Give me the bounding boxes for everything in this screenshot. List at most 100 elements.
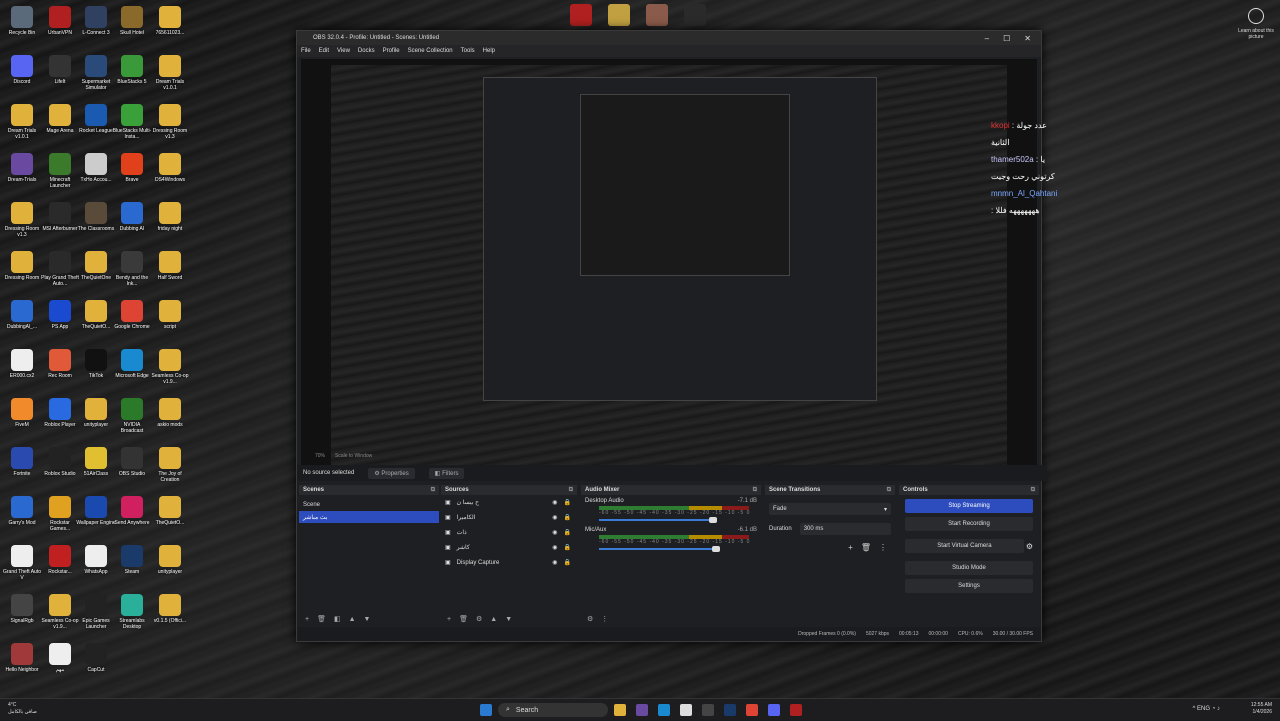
menu-item[interactable]: File (301, 48, 311, 54)
desktop-icon[interactable]: Discord (2, 55, 42, 85)
desktop-icon[interactable]: Epic Games Launcher (76, 594, 116, 630)
lang-indicator[interactable]: ENG (1197, 706, 1210, 712)
dock-undock-icon[interactable]: ⧉ (753, 487, 757, 494)
lock-icon[interactable]: 🔒 (564, 499, 571, 506)
wifi-icon[interactable]: ◔ (1212, 706, 1216, 712)
desktop-icon[interactable]: Rockstar Games... (40, 496, 80, 532)
volume-slider-knob[interactable] (709, 517, 717, 523)
desktop-icon[interactable]: مهم (40, 643, 80, 673)
filters-button[interactable]: ◧ Filters (428, 467, 465, 479)
maximize-icon[interactable]: ☐ (1003, 34, 1010, 43)
learn-about-picture[interactable]: Learn about this picture (1236, 8, 1276, 40)
menu-item[interactable]: Profile (383, 48, 400, 54)
remove-source-icon[interactable]: 🗑 (459, 615, 468, 623)
desktop-icon[interactable]: L-Connect 3 (76, 6, 116, 36)
source-item[interactable]: ▣ ذات ◉ 🔒 (441, 525, 577, 540)
dock-undock-icon[interactable]: ⧉ (887, 487, 891, 494)
more-icon[interactable]: ⋮ (601, 615, 608, 623)
desktop-icon[interactable]: Half Sword (150, 251, 190, 281)
desktop-icon[interactable]: WhatsApp (76, 545, 116, 575)
desktop-icon[interactable]: Dressing Room v1.3 (2, 202, 42, 238)
volume-slider-knob[interactable] (712, 546, 720, 552)
desktop-icon[interactable]: Recycle Bin (2, 6, 42, 36)
add-source-icon[interactable]: + (447, 616, 451, 623)
desktop-icon[interactable]: TheQuietOne (76, 251, 116, 281)
desktop-icon[interactable]: CapCut (76, 643, 116, 673)
app-icon[interactable] (680, 704, 692, 716)
desktop-icon[interactable]: Supermarket Simulator (76, 55, 116, 91)
file-explorer-icon[interactable] (614, 704, 626, 716)
desktop-icon[interactable]: Dubbing AI (112, 202, 152, 232)
menu-item[interactable]: Edit (319, 48, 329, 54)
mixer-settings-icon[interactable]: ⚙ (587, 615, 593, 623)
desktop-icon[interactable]: Skull Hotel (112, 6, 152, 36)
dock-undock-icon[interactable]: ⧉ (569, 487, 573, 494)
desktop-icon[interactable]: NVIDIA Broadcast (112, 398, 152, 434)
source-item[interactable]: ▣ ح بيسا ن ◉ 🔒 (441, 495, 577, 510)
move-up-icon[interactable]: ▲ (490, 616, 497, 623)
scene-item-selected[interactable]: بث مباشر (299, 511, 439, 523)
chevron-up-icon[interactable]: ^ (1193, 706, 1196, 712)
desktop-icon[interactable]: Rocket League (76, 104, 116, 134)
tray-icons[interactable]: ^ ENG ◔ ♪ (1193, 706, 1220, 712)
desktop-icon[interactable]: SignalRgb (2, 594, 42, 624)
desktop-icon[interactable]: Steam (112, 545, 152, 575)
desktop-icon[interactable]: script (150, 300, 190, 330)
steam-icon[interactable] (724, 704, 736, 716)
menu-item[interactable]: Docks (358, 48, 375, 54)
volume-slider[interactable] (599, 546, 720, 552)
weather-widget[interactable]: 4°C صافي بالكامل (8, 702, 37, 716)
desktop-icon[interactable]: Seamless Co-op v1.9... (150, 349, 190, 385)
desktop-icon[interactable]: v0.1.5 (Offici... (150, 594, 190, 624)
scale-to-window[interactable]: Scale to Window (335, 453, 372, 459)
lock-icon[interactable]: 🔒 (564, 544, 571, 551)
move-down-icon[interactable]: ▼ (364, 616, 371, 623)
desktop-icon[interactable]: FiveM (2, 398, 42, 428)
desktop-icon[interactable]: Rockstar... (40, 545, 80, 575)
desktop-icon[interactable]: Hello Neighbor (2, 643, 42, 673)
desktop-icon[interactable]: Dressing Room v1.3 (150, 104, 190, 140)
desktop-icon[interactable]: Dressing Room (2, 251, 42, 281)
obs-icon[interactable] (702, 704, 714, 716)
desktop-icon[interactable]: Grand Theft Auto V (2, 545, 42, 581)
desktop-icon[interactable]: TikTok (76, 349, 116, 379)
desktop-icon[interactable]: 765611023... (150, 6, 190, 36)
duration-input[interactable]: 300 ms (799, 523, 891, 535)
desktop-icon[interactable]: unityplayer (76, 398, 116, 428)
desktop-icon[interactable]: Google Chrome (112, 300, 152, 330)
desktop-icon[interactable]: PS App (40, 300, 80, 330)
lock-icon[interactable]: 🔒 (564, 559, 571, 566)
desktop-icon[interactable]: DS4Windows (150, 153, 190, 183)
desktop-icon[interactable]: BlueStacks Multi-Insta... (112, 104, 152, 140)
source-item[interactable]: ▣ كاشر ◉ 🔒 (441, 540, 577, 555)
obs-preview[interactable]: kkopi : عدد جولة الثانية thamer502a : يا … (301, 59, 1057, 479)
app-icon[interactable] (790, 704, 802, 716)
add-transition-icon[interactable]: + (848, 543, 853, 552)
properties-button[interactable]: ⚙ Properties (368, 467, 415, 479)
obs-window[interactable]: OBS 32.0.4 - Profile: Untitled - Scenes:… (296, 30, 1057, 642)
desktop-icon[interactable]: Mage Arena (40, 104, 80, 134)
desktop-icon[interactable]: LifeIt (40, 55, 80, 85)
lock-icon[interactable]: 🔒 (564, 514, 571, 521)
menu-item[interactable]: Tools (461, 48, 475, 54)
desktop-icon[interactable]: The Joy of Creation (150, 447, 190, 483)
desktop-icon[interactable]: OBS Studio (112, 447, 152, 477)
desktop-icon[interactable]: Wallpaper Engine (76, 496, 116, 526)
studio-mode-button[interactable]: Studio Mode (905, 561, 1033, 575)
desktop-icon[interactable]: askio mods (150, 398, 190, 428)
dock-undock-icon[interactable]: ⧉ (431, 487, 435, 494)
desktop-icon[interactable]: Rec Room (40, 349, 80, 379)
desktop-icon[interactable]: Dream Trials v1.0.1 (2, 104, 42, 140)
gear-icon[interactable]: ⚙ (1026, 542, 1033, 551)
source-item[interactable]: ▣ الكاميرا ◉ 🔒 (441, 510, 577, 525)
visibility-icon[interactable]: ◉ (552, 559, 557, 566)
dock-undock-icon[interactable]: ⧉ (1031, 487, 1035, 494)
desktop-icon[interactable]: Fortnite (2, 447, 42, 477)
menu-item[interactable]: View (337, 48, 350, 54)
desktop-icon[interactable]: Roblox Studio (40, 447, 80, 477)
desktop-icon[interactable]: DubbingAl_... (2, 300, 42, 330)
desktop-icon[interactable]: unityplayer (150, 545, 190, 575)
desktop-icon[interactable]: 51AirClass (76, 447, 116, 477)
visibility-icon[interactable]: ◉ (552, 529, 557, 536)
menu-item[interactable]: Scene Collection (408, 48, 453, 54)
